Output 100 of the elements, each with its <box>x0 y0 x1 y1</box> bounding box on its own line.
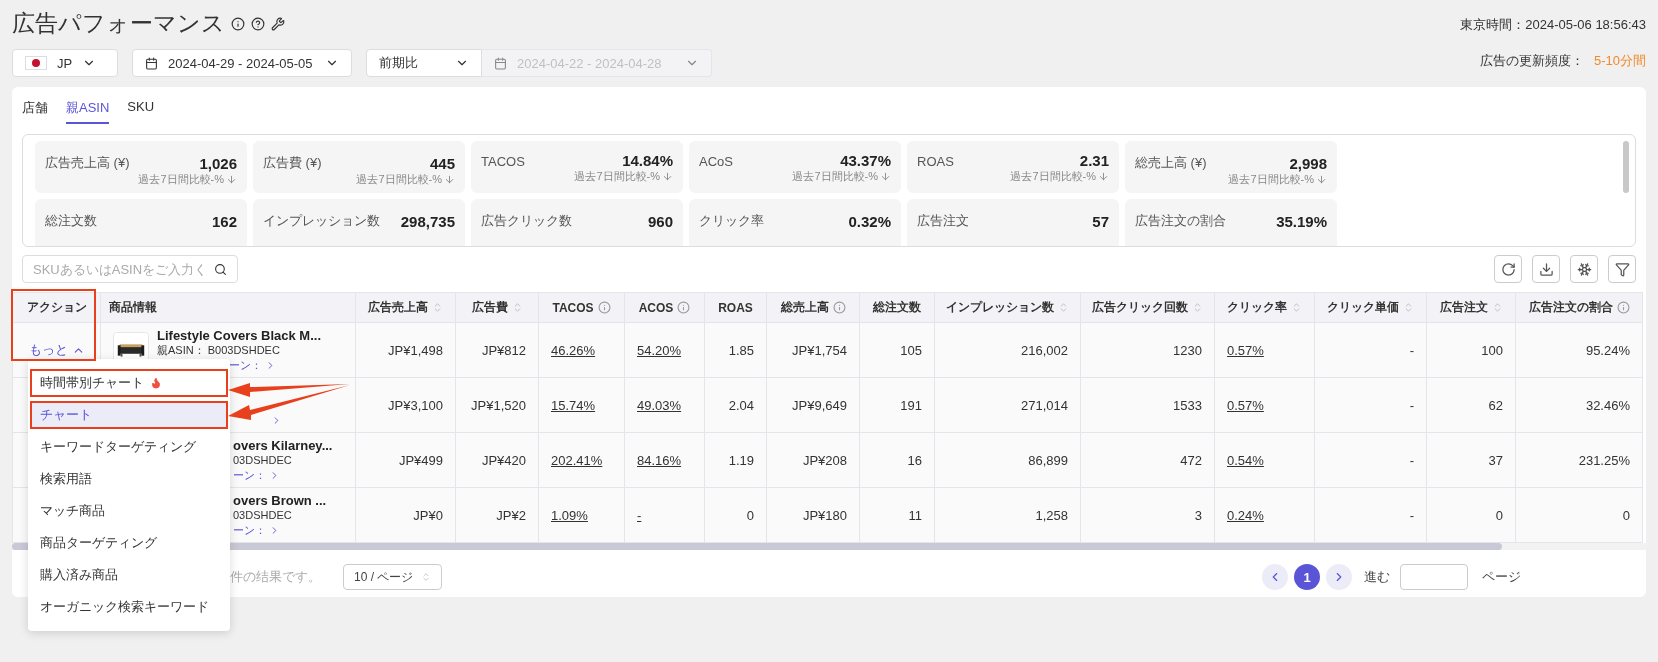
metric-value: 57 <box>1092 213 1109 230</box>
table-cell: 62 <box>1488 397 1503 413</box>
metric-comparison: 過去7日間比較-% <box>574 169 673 184</box>
menu-item[interactable]: マッチ商品 <box>30 497 228 525</box>
table-cell: JP¥812 <box>481 342 526 358</box>
cell-link[interactable]: 49.03% <box>637 397 682 413</box>
compare-select[interactable]: 前期比 <box>366 49 482 77</box>
menu-item[interactable]: 検索用語 <box>30 465 228 493</box>
cell-link[interactable]: 0.57% <box>1227 397 1264 413</box>
tokyo-time: 東京時間：2024-05-06 18:56:43 <box>1460 16 1646 34</box>
tab[interactable]: 店舗 <box>22 95 48 124</box>
cell-link[interactable]: 0.54% <box>1227 452 1264 468</box>
metric-label: 広告注文の割合 <box>1135 212 1226 230</box>
table-cell: 105 <box>900 342 922 358</box>
page-size-select[interactable]: 10 / ページ <box>343 564 443 590</box>
column-header: 総注文数 <box>859 292 935 323</box>
page-button[interactable]: 1 <box>1294 564 1320 590</box>
table-cell: 1,258 <box>1035 507 1068 523</box>
result-summary: 件の结果です。 <box>230 568 321 586</box>
date-range-select[interactable]: 2024-04-29 - 2024-05-05 <box>132 49 352 77</box>
table-cell: 1533 <box>1173 397 1202 413</box>
table-cell: 32.46% <box>1585 397 1630 413</box>
goto-label: 進む <box>1364 568 1390 586</box>
metric-value: 43.37% <box>840 152 891 169</box>
page-label: ページ <box>1482 568 1521 586</box>
tab[interactable]: 親ASIN <box>66 95 110 124</box>
table-cell: JP¥0 <box>413 507 443 523</box>
metric-comparison: 過去7日間比較-% <box>138 172 237 187</box>
tab[interactable]: SKU <box>127 95 155 124</box>
metric-comparison: 過去7日間比較-% <box>792 169 891 184</box>
product-title: overs Brown ... <box>233 492 327 508</box>
product-title: overs Kilarney... <box>233 437 333 453</box>
cell-link[interactable]: 54.20% <box>637 342 682 358</box>
table-cell: - <box>1409 507 1414 523</box>
column-header: 広告費 <box>455 292 539 323</box>
cell-link[interactable]: 1.09% <box>551 507 588 523</box>
table-cell: JP¥9,649 <box>792 397 847 413</box>
table-cell: 100 <box>1481 342 1503 358</box>
table-cell: 2.04 <box>728 397 754 413</box>
campaign-link[interactable]: ーン： <box>229 357 262 373</box>
search-field[interactable]: SKUあるいはASINをご入力く <box>22 255 238 283</box>
menu-item[interactable]: オーガニック検索キーワード <box>30 593 228 621</box>
metric-label: 総注文数 <box>45 212 97 230</box>
column-header: 広告注文 <box>1426 292 1516 323</box>
metric-value: 445 <box>429 155 455 172</box>
table-cell: 0 <box>1622 507 1630 523</box>
column-header: TACOS <box>538 292 625 323</box>
table-cell: 1230 <box>1173 342 1202 358</box>
cell-link[interactable]: 0.24% <box>1227 507 1264 523</box>
table-cell: JP¥208 <box>802 452 847 468</box>
cell-link[interactable]: 46.26% <box>551 342 596 358</box>
metric-value: 0.32% <box>848 213 891 230</box>
metric-label: ACoS <box>699 154 733 169</box>
product-asin: 親ASIN： B003DSHDEC <box>157 343 281 358</box>
table-cell: 191 <box>900 397 922 413</box>
table-cell: 11 <box>908 507 922 523</box>
metric-comparison: 過去7日間比較-% <box>1010 169 1109 184</box>
table-cell: 216,002 <box>1021 342 1068 358</box>
column-header: クリック単価 <box>1314 292 1427 323</box>
table-cell: JP¥3,100 <box>388 397 443 413</box>
metric-label: 広告クリック数 <box>481 212 572 230</box>
product-asin: 03DSHDEC <box>233 453 293 468</box>
table-cell: 3 <box>1194 507 1202 523</box>
cell-link[interactable]: 15.74% <box>551 397 596 413</box>
cell-link[interactable]: 202.41% <box>551 452 603 468</box>
menu-item[interactable]: 商品ターゲティング <box>30 529 228 557</box>
menu-item[interactable]: キーワードターゲティング <box>30 433 228 461</box>
cell-link[interactable]: 84.16% <box>637 452 682 468</box>
table-cell: JP¥1,754 <box>792 342 847 358</box>
table-cell: 0 <box>746 507 754 523</box>
table-cell: 0 <box>1495 507 1503 523</box>
table-cell: JP¥1,498 <box>388 342 443 358</box>
campaign-link[interactable]: ーン： <box>233 522 266 538</box>
menu-item[interactable]: 時間帯別チャート <box>30 369 228 397</box>
menu-item[interactable]: チャート <box>30 401 228 429</box>
table-cell: JP¥1,520 <box>471 397 526 413</box>
metric-label: 広告注文 <box>917 212 969 230</box>
table-cell: JP¥2 <box>496 507 526 523</box>
table-cell: 1.85 <box>728 342 754 358</box>
table-cell: JP¥420 <box>481 452 526 468</box>
metric-label: 広告売上高 (¥) <box>45 154 130 172</box>
table-cell: 95.24% <box>1585 342 1630 358</box>
metric-label: インプレッション数 <box>263 212 380 230</box>
table-cell: 16 <box>907 452 922 468</box>
campaign-link[interactable]: ーン： <box>233 467 266 483</box>
metric-value: 2,998 <box>1289 155 1327 172</box>
metric-value: 162 <box>211 213 237 230</box>
cell-link[interactable]: - <box>637 507 642 523</box>
column-header: 広告売上高 <box>355 292 456 323</box>
table-cell: 231.25% <box>1578 452 1630 468</box>
metric-label: TACOS <box>481 154 525 169</box>
menu-item[interactable]: 購入済み商品 <box>30 561 228 589</box>
page-title: 広告パフォーマンス <box>12 9 225 38</box>
table-cell: 271,014 <box>1021 397 1068 413</box>
marketplace-select[interactable]: JP <box>12 49 118 77</box>
column-header: クリック率 <box>1214 292 1315 323</box>
metric-label: 広告費 (¥) <box>263 154 322 172</box>
cell-link[interactable]: 0.57% <box>1227 342 1264 358</box>
column-header: 広告注文の割合 <box>1515 292 1643 323</box>
metric-comparison: 過去7日間比較-% <box>1228 172 1327 187</box>
